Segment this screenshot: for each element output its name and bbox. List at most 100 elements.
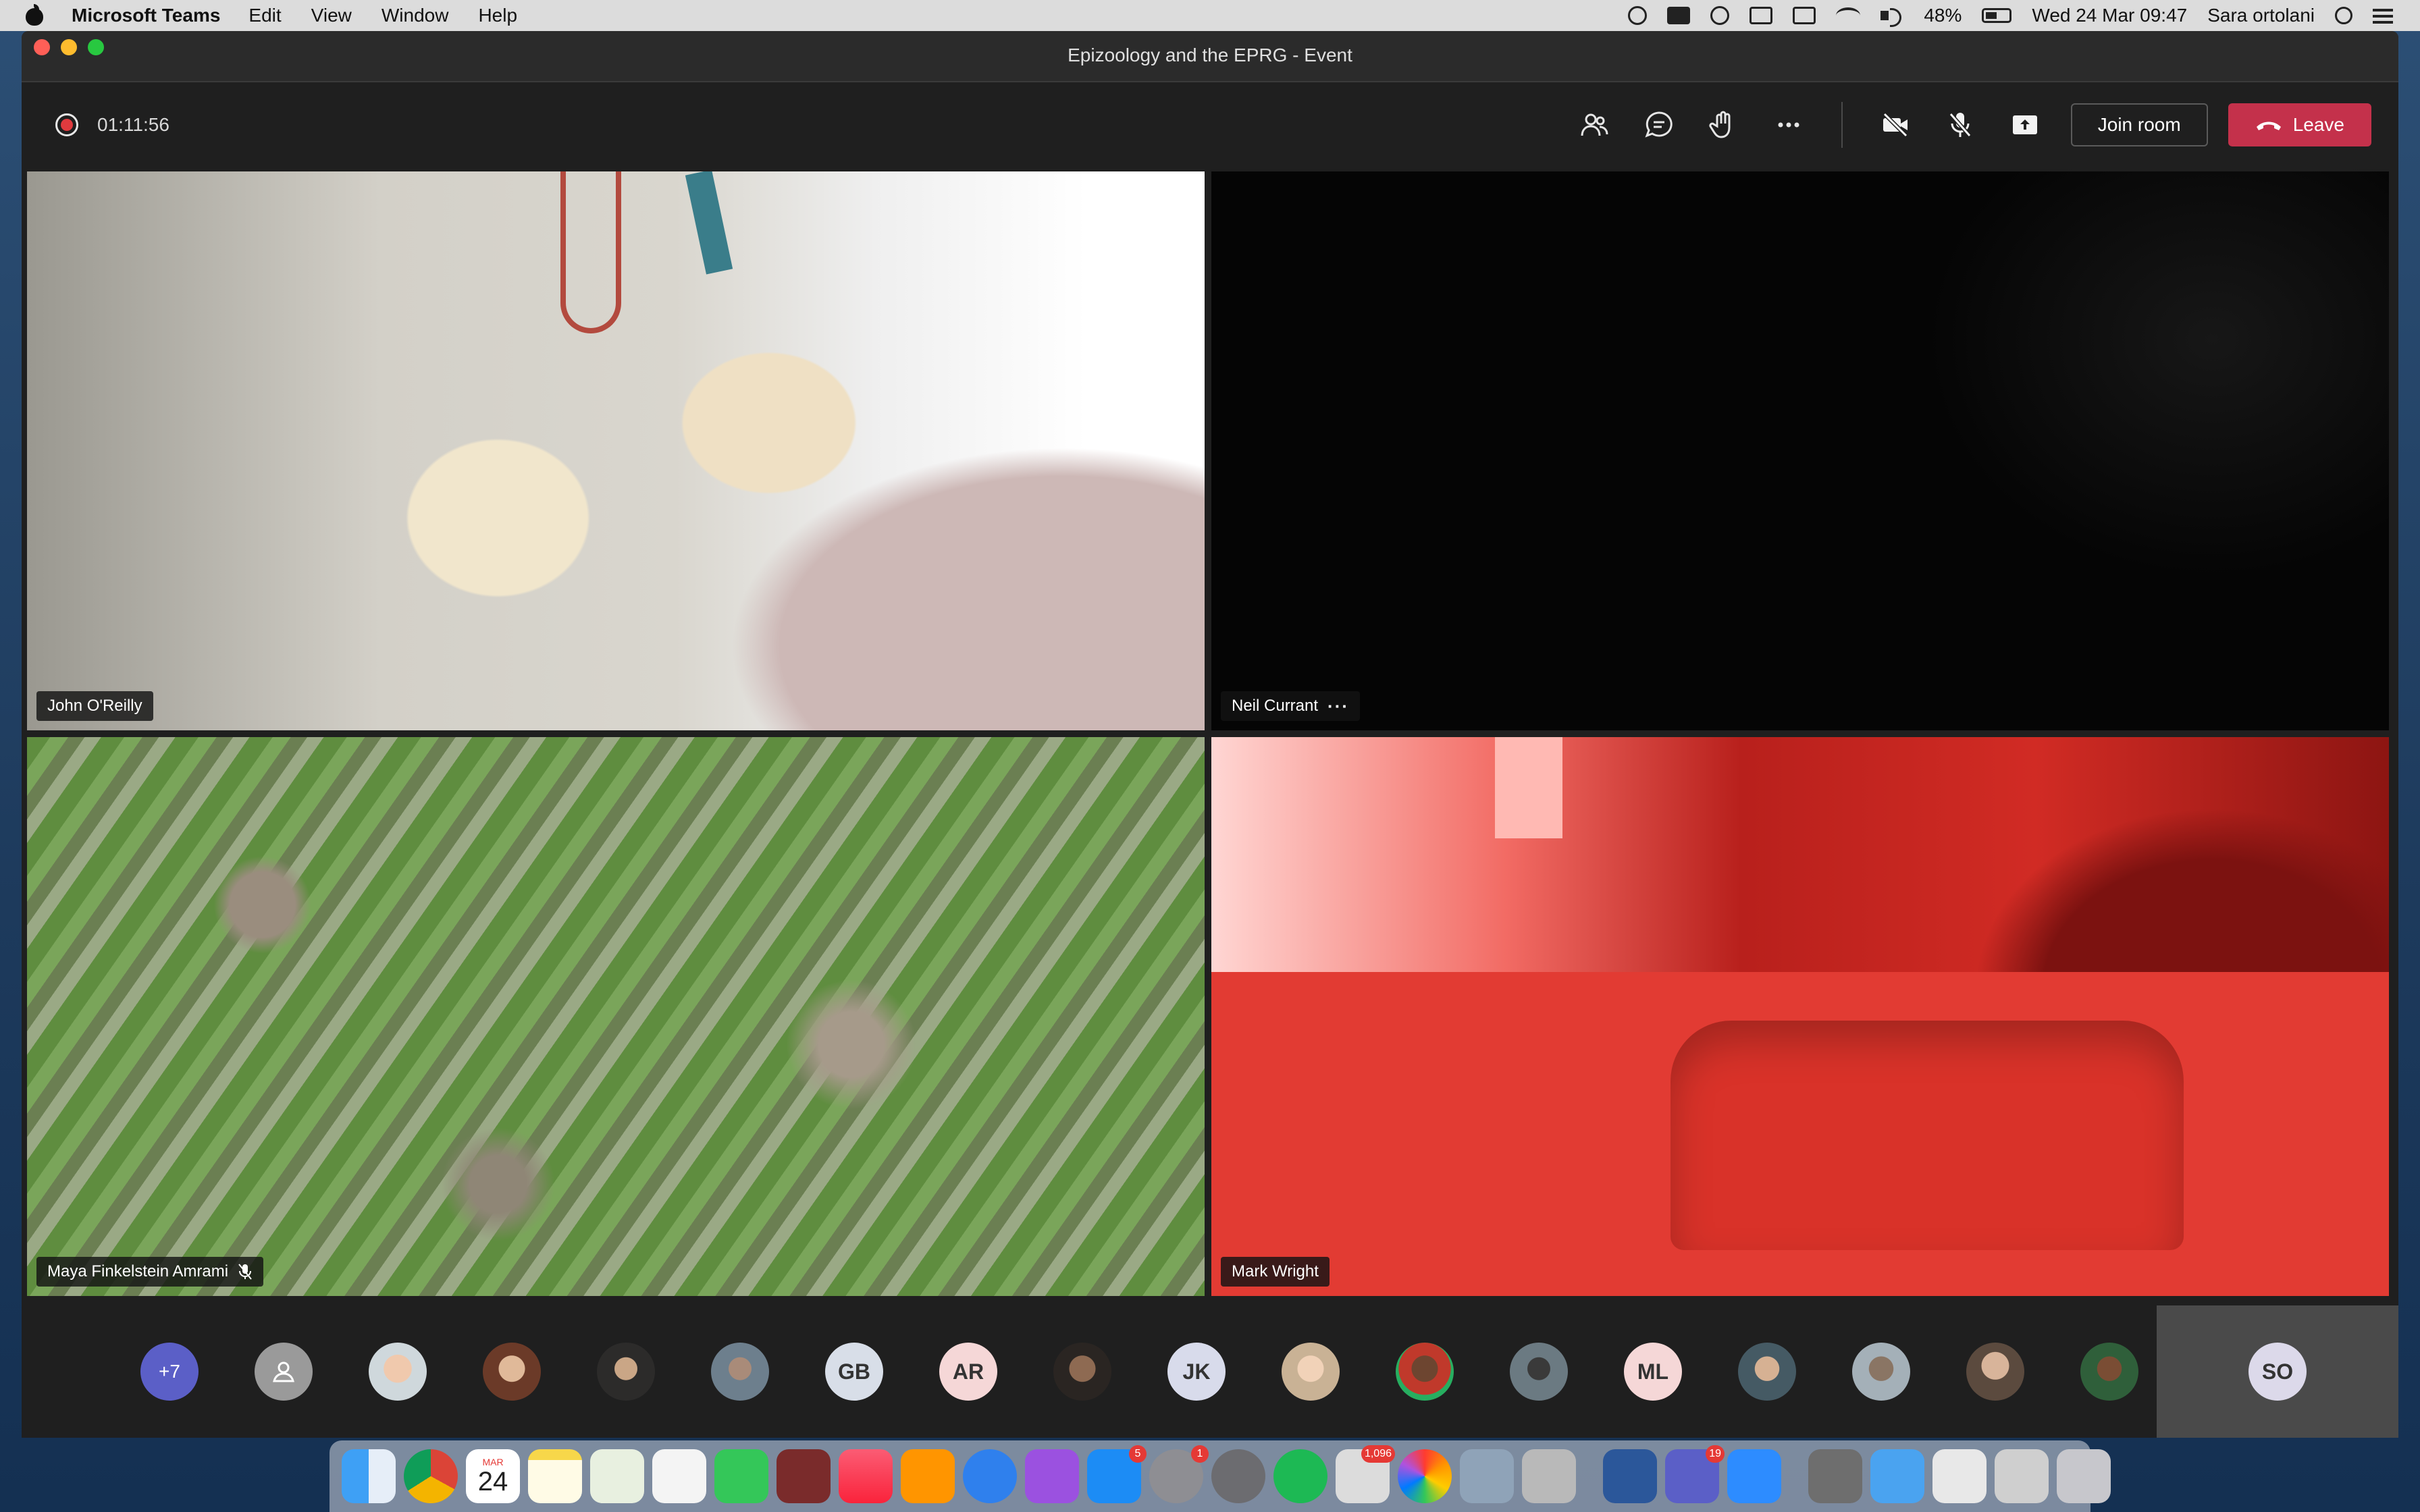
share-screen-button[interactable] [1993, 92, 2057, 157]
maps-icon[interactable] [590, 1449, 644, 1503]
hang-up-icon [2256, 122, 2281, 130]
avatar[interactable] [1396, 1343, 1454, 1401]
avatar[interactable] [1738, 1343, 1796, 1401]
menu-window[interactable]: Window [382, 5, 449, 26]
spotify-icon[interactable] [1273, 1449, 1327, 1503]
share-tray-icon [2012, 115, 2037, 134]
menubar-user[interactable]: Sara ortolani [2207, 5, 2315, 26]
macos-menubar: Microsoft Teams Edit View Window Help 48… [0, 0, 2420, 31]
calculator-icon[interactable] [1522, 1449, 1576, 1503]
meeting-timer: 01:11:56 [97, 114, 169, 135]
muted-mic-icon [238, 1264, 252, 1280]
join-room-button[interactable]: Join room [2070, 103, 2208, 146]
menu-edit[interactable]: Edit [248, 5, 281, 26]
menu-help[interactable]: Help [478, 5, 517, 26]
screen-mirror-icon[interactable] [1793, 7, 1816, 24]
app-store-icon[interactable]: 5 [1087, 1445, 1147, 1503]
word-icon[interactable] [1603, 1449, 1657, 1503]
move-icon[interactable] [1750, 7, 1773, 24]
participant-name-tag: John O'Reilly [36, 691, 153, 721]
books-icon[interactable] [901, 1449, 955, 1503]
participant-name: Mark Wright [1232, 1262, 1319, 1280]
video-content [560, 171, 621, 333]
avatar[interactable] [597, 1343, 655, 1401]
avatar[interactable] [1852, 1343, 1910, 1401]
trash-icon[interactable] [2057, 1449, 2111, 1503]
self-video-tile[interactable]: SO [2157, 1305, 2398, 1438]
music-icon[interactable] [839, 1449, 893, 1503]
default-person-icon [273, 1361, 294, 1382]
meeting-controls: Join room Leave [1562, 92, 2371, 157]
avatar[interactable] [1282, 1343, 1340, 1401]
folder-icon[interactable] [1870, 1449, 1924, 1503]
video-tile[interactable]: Mark Wright [1211, 737, 2389, 1296]
volume-icon[interactable] [1880, 7, 1903, 27]
mic-toggle-button[interactable] [1928, 92, 1993, 157]
recent-item-icon[interactable] [1995, 1449, 2049, 1503]
more-participants-button[interactable]: +7 [140, 1343, 199, 1401]
participant-name-tag: Mark Wright [1221, 1257, 1330, 1287]
avatar[interactable]: AR [939, 1343, 997, 1401]
leave-button[interactable]: Leave [2228, 103, 2371, 146]
messages-icon[interactable] [963, 1449, 1017, 1503]
participant-more-options[interactable]: ··· [1327, 696, 1349, 717]
mic-off-icon [1949, 113, 1972, 137]
photo-booth-icon[interactable] [777, 1449, 831, 1503]
chat-button[interactable] [1627, 92, 1691, 157]
raise-hand-button[interactable] [1691, 92, 1756, 157]
calendar-icon[interactable]: MAR 24 [466, 1449, 520, 1503]
podcasts-icon[interactable] [1025, 1449, 1079, 1503]
avatar[interactable]: JK [1167, 1343, 1226, 1401]
avatar[interactable] [711, 1343, 769, 1401]
control-center-icon[interactable] [2373, 7, 2396, 24]
leave-label: Leave [2292, 114, 2344, 135]
avatar[interactable] [2080, 1343, 2138, 1401]
finder-icon[interactable] [342, 1449, 396, 1503]
chrome-icon[interactable] [404, 1449, 458, 1503]
avatar[interactable] [1510, 1343, 1568, 1401]
menu-app-name[interactable]: Microsoft Teams [72, 5, 220, 26]
camera-off-icon [1883, 112, 1908, 138]
facetime-icon[interactable] [714, 1449, 768, 1503]
participant-avatars: +7 GB AR JK ML [140, 1343, 2138, 1401]
mail-icon[interactable]: 1,096 [1336, 1445, 1395, 1503]
zoom-icon[interactable] [1727, 1449, 1781, 1503]
avatar[interactable]: ML [1624, 1343, 1682, 1401]
teams-icon[interactable]: 19 [1665, 1445, 1725, 1503]
video-tile[interactable]: Neil Currant ··· [1211, 171, 2389, 730]
menubar-clock[interactable]: Wed 24 Mar 09:47 [2032, 5, 2187, 26]
menu-view[interactable]: View [311, 5, 352, 26]
apple-menu-icon[interactable] [24, 4, 45, 27]
avatar[interactable] [1966, 1343, 2024, 1401]
participant-name: Maya Finkelstein Amrami [47, 1262, 229, 1280]
preview-icon[interactable] [1460, 1449, 1514, 1503]
more-actions-button[interactable] [1756, 92, 1821, 157]
time-machine-icon[interactable] [1710, 6, 1730, 25]
avatar[interactable] [483, 1343, 541, 1401]
battery-icon[interactable] [1982, 8, 2012, 23]
recent-item-icon[interactable] [1932, 1449, 1987, 1503]
window-title: Epizoology and the EPRG - Event [1068, 45, 1352, 65]
display-icon[interactable] [1667, 7, 1691, 24]
meeting-toolbar: 01:11:56 Join room Leave [22, 82, 2398, 167]
wifi-icon[interactable] [1836, 7, 1861, 24]
avatar[interactable] [1053, 1343, 1111, 1401]
avatar[interactable]: GB [825, 1343, 883, 1401]
photos-icon[interactable] [1398, 1449, 1452, 1503]
avatar[interactable] [369, 1343, 427, 1401]
launchpad-icon[interactable] [1211, 1449, 1265, 1503]
notes-icon[interactable] [528, 1449, 582, 1503]
camera-toggle-button[interactable] [1863, 92, 1928, 157]
video-tile[interactable]: Maya Finkelstein Amrami [27, 737, 1205, 1296]
spotlight-search-icon[interactable] [2335, 7, 2352, 24]
creative-cloud-icon[interactable] [1628, 6, 1648, 25]
recent-item-icon[interactable] [1808, 1449, 1862, 1503]
badge: 1 [1191, 1445, 1209, 1463]
video-tile[interactable]: John O'Reilly [27, 171, 1205, 730]
avatar[interactable] [255, 1343, 313, 1401]
participants-icon [1581, 113, 1608, 136]
window-titlebar: Epizoology and the EPRG - Event [22, 31, 2398, 82]
system-preferences-icon[interactable]: 1 [1149, 1445, 1209, 1503]
textedit-icon[interactable] [652, 1449, 706, 1503]
participants-button[interactable] [1562, 92, 1627, 157]
